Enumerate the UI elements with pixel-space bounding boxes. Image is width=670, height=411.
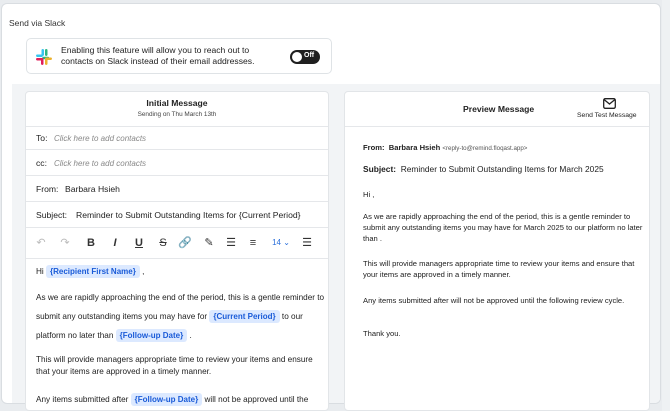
preview-paragraph-4: Thank you. [363,329,401,338]
recipient-chip[interactable]: {Recipient First Name} [46,265,140,278]
paragraph-1: As we are rapidly approaching the end of… [36,288,326,345]
greeting-line: Hi {Recipient First Name} , [36,264,326,279]
cc-label: cc: [36,158,47,168]
follow-up-date-chip[interactable]: {Follow-up Date} [115,329,188,342]
p3-text-b: will not be approved until the [204,395,309,404]
font-size-select[interactable]: 14 ⌄ [270,236,292,250]
composer-header: Initial Message Sending on Thu March 13t… [26,92,328,127]
highlight-pen-icon[interactable]: ✎ [202,236,216,250]
preview-paragraph-1: As we are rapidly approaching the end of… [363,212,643,243]
composer-subtitle: Sending on Thu March 13th [137,111,217,118]
undo-icon[interactable]: ↶ [34,236,48,250]
composer-title: Initial Message [146,98,208,108]
current-period-chip[interactable]: {Current Period} [209,310,280,323]
toggle-label: Off [304,52,315,59]
subject-field[interactable]: Subject: Reminder to Submit Outstanding … [26,202,328,228]
preview-message-panel: Preview Message Send Test Message From: … [344,91,650,411]
align-icon[interactable]: ☰ [300,236,314,250]
message-body[interactable]: Hi {Recipient First Name} , As we are ra… [36,264,326,407]
from-label: From: [36,184,59,194]
link-icon[interactable]: 🔗 [178,236,192,250]
bullet-list-icon[interactable]: ☰ [224,236,238,250]
from-field[interactable]: From: Barbara Hsieh [26,176,328,202]
greeting-prefix: Hi [36,267,44,276]
p3-text-a: Any items submitted after [36,395,129,404]
p1-text-a: As we are rapidly approaching the end of… [36,293,325,321]
section-title: Send via Slack [9,18,66,28]
page-edge [662,0,670,411]
preview-from-label: From: [363,143,385,152]
cc-field[interactable]: cc: Click here to add contacts [26,150,328,176]
italic-icon[interactable]: I [108,236,122,250]
to-label: To: [36,133,48,143]
preview-from: From: Barbara Hsieh <reply-to@remind.flo… [363,142,643,154]
subject-label: Subject: [36,210,68,220]
initial-message-panel: Initial Message Sending on Thu March 13t… [25,91,329,411]
preview-from-email: <reply-to@remind.floqast.app> [442,145,528,152]
preview-from-name: Barbara Hsieh [388,143,441,152]
preview-title: Preview Message [463,104,535,114]
slack-description: Enabling this feature will allow you to … [61,45,255,66]
to-placeholder: Click here to add contacts [54,134,147,143]
paragraph-3: Any items submitted after {Follow-up Dat… [36,392,326,407]
strikethrough-icon[interactable]: S [156,236,170,250]
toggle-knob [292,52,302,62]
send-test-message-button[interactable]: Send Test Message [577,112,637,119]
preview-greeting: Hi , [363,190,375,199]
follow-up-date-chip-2[interactable]: {Follow-up Date} [130,393,203,406]
paragraph-2: This will provide managers appropriate t… [36,355,313,376]
cc-placeholder: Click here to add contacts [54,159,147,168]
preview-subject: Subject: Reminder to Submit Outstanding … [363,164,643,175]
envelope-icon[interactable] [603,98,616,109]
subject-value: Reminder to Submit Outstanding Items for… [76,210,301,220]
slack-toggle[interactable]: Off [290,50,320,64]
preview-subject-label: Subject: [363,164,397,174]
p1-text-c: . [189,331,192,340]
underline-icon[interactable]: U [132,236,146,250]
redo-icon[interactable]: ↷ [58,236,72,250]
preview-paragraph-3: Any items submitted after will not be ap… [363,296,625,305]
preview-subject-value: Reminder to Submit Outstanding Items for… [400,164,604,174]
slack-icon [36,49,52,65]
numbered-list-icon[interactable]: ≡ [246,236,260,250]
greeting-suffix: , [142,267,145,276]
slack-feature-box: Enabling this feature will allow you to … [26,38,332,74]
preview-paragraph-2: This will provide managers appropriate t… [363,259,635,279]
format-toolbar: ↶ ↷ B I U S 🔗 ✎ ☰ ≡ 14 ⌄ ☰ [26,228,328,259]
preview-header: Preview Message Send Test Message [345,92,649,127]
from-value: Barbara Hsieh [65,184,120,194]
font-size-value: 14 [272,238,281,247]
to-field[interactable]: To: Click here to add contacts [26,126,328,150]
bold-icon[interactable]: B [84,236,98,250]
